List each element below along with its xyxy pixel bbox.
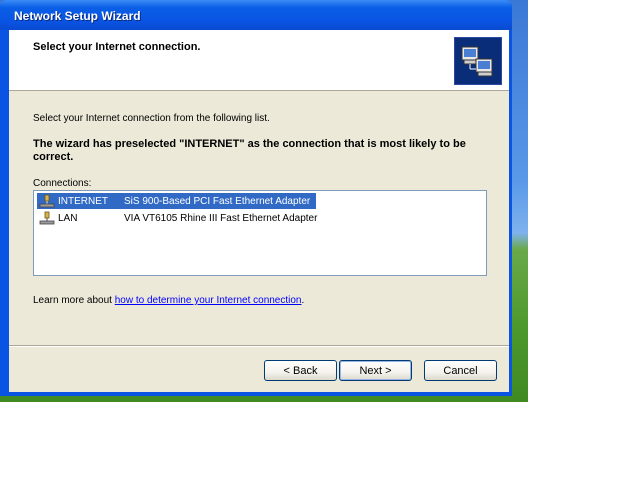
network-connection-icon bbox=[39, 194, 55, 208]
learn-more-prefix: Learn more about bbox=[33, 295, 115, 306]
window-title: Network Setup Wizard bbox=[14, 9, 141, 23]
network-connection-icon bbox=[39, 211, 55, 225]
connections-label: Connections: bbox=[33, 178, 92, 189]
wizard-client-area: Select your Internet connection. Select … bbox=[9, 30, 509, 392]
connection-name: INTERNET bbox=[58, 195, 108, 207]
intro-text: Select your Internet connection from the… bbox=[33, 113, 270, 124]
header-title: Select your Internet connection. bbox=[33, 41, 201, 53]
button-divider bbox=[9, 345, 509, 347]
network-computers-icon bbox=[454, 37, 502, 85]
connections-list[interactable]: INTERNET SiS 900-Based PCI Fast Ethernet… bbox=[33, 190, 487, 276]
learn-more-suffix: . bbox=[301, 295, 305, 306]
next-button[interactable]: Next > bbox=[339, 360, 412, 381]
wizard-window: Network Setup Wizard Select your Interne… bbox=[0, 0, 512, 396]
back-button[interactable]: < Back bbox=[264, 360, 337, 381]
cancel-button[interactable]: Cancel bbox=[424, 360, 497, 381]
list-item[interactable]: LAN VIA VT6105 Rhine III Fast Ethernet A… bbox=[37, 210, 323, 226]
learn-more-text: Learn more about how to determine your I… bbox=[33, 295, 304, 306]
preselect-message: The wizard has preselected "INTERNET" as… bbox=[33, 138, 466, 163]
wizard-header: Select your Internet connection. bbox=[9, 30, 509, 91]
connection-adapter: VIA VT6105 Rhine III Fast Ethernet Adapt… bbox=[124, 212, 318, 224]
list-item[interactable]: INTERNET SiS 900-Based PCI Fast Ethernet… bbox=[37, 193, 317, 209]
learn-more-link[interactable]: how to determine your Internet connectio… bbox=[115, 295, 302, 306]
title-bar[interactable]: Network Setup Wizard bbox=[0, 0, 512, 30]
connection-name: LAN bbox=[58, 212, 78, 224]
connection-adapter: SiS 900-Based PCI Fast Ethernet Adapter bbox=[124, 195, 311, 207]
